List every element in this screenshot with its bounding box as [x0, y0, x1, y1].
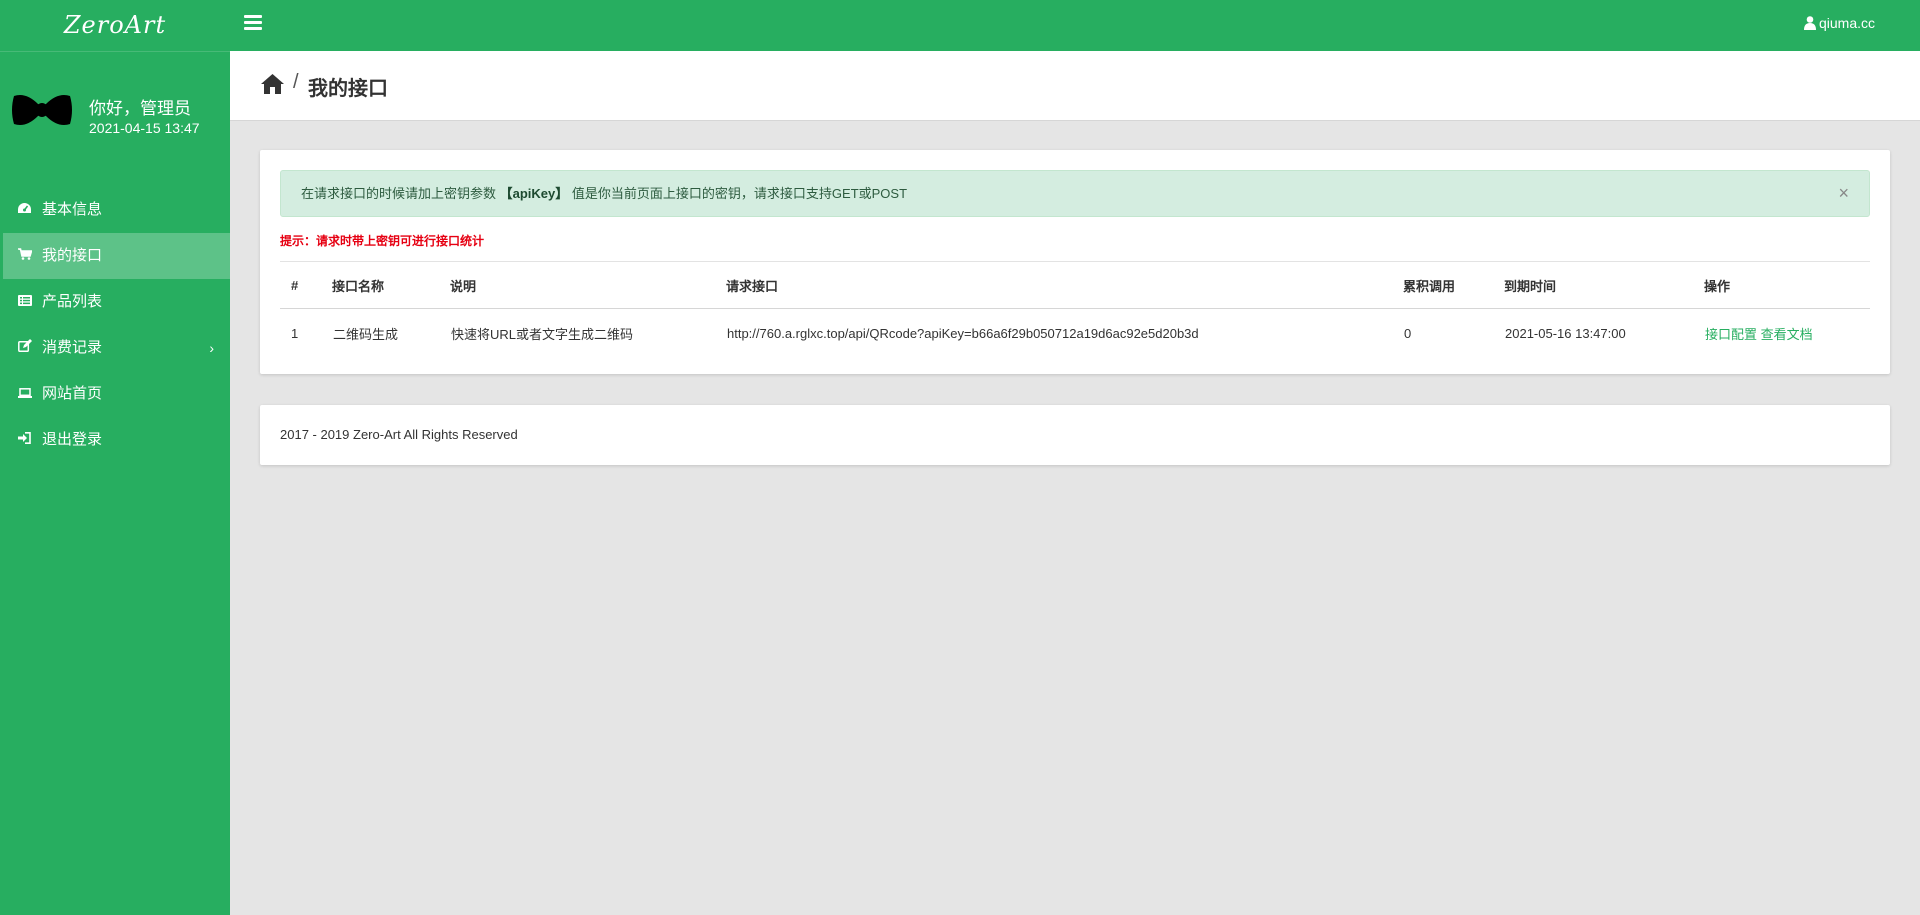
laptop-icon: [18, 371, 42, 417]
menu-toggle-icon[interactable]: [244, 15, 262, 31]
topbar: qiuma.cc: [230, 0, 1920, 51]
page-title: 我的接口: [308, 78, 388, 100]
sidebar-item-label: 消费记录: [42, 339, 103, 356]
cell-desc: 快速将URL或者文字生成二维码: [451, 326, 634, 342]
view-docs-link[interactable]: 查看文档: [1761, 327, 1813, 342]
chevron-right-icon: ›: [209, 340, 214, 356]
cart-icon: [18, 233, 42, 279]
page-header: / 我的接口: [230, 51, 1920, 121]
col-name: 接口名称: [332, 261, 450, 309]
cell-actions: 接口配置 查看文档: [1704, 309, 1870, 358]
cell-name: 二维码生成: [333, 326, 399, 342]
sidebar: ZeroArt 你好，管理员 2021-04-15 13:47 基本信息 我的接…: [0, 0, 230, 915]
user-panel: 你好，管理员 2021-04-15 13:47: [0, 62, 230, 157]
api-table: # 接口名称 说明 请求接口 累积调用 到期时间 操作 1 二维码生成 快速将U…: [280, 261, 1870, 357]
cell-index: 1: [291, 325, 299, 341]
sidebar-item-label: 网站首页: [42, 385, 103, 402]
sidebar-item-my-api[interactable]: 我的接口: [3, 233, 230, 279]
brand-logo[interactable]: ZeroArt: [0, 0, 230, 52]
sidebar-item-label: 产品列表: [42, 293, 103, 310]
sidebar-item-home-site[interactable]: 网站首页: [0, 371, 230, 417]
sidebar-item-label: 基本信息: [42, 201, 103, 218]
sidebar-item-products[interactable]: 产品列表: [0, 279, 230, 325]
sign-in-icon: [18, 417, 42, 463]
col-index: #: [280, 261, 332, 309]
cell-expire: 2021-05-16 13:47:00: [1505, 325, 1626, 341]
user-datetime: 2021-04-15 13:47: [89, 120, 200, 136]
close-icon[interactable]: ×: [1838, 171, 1849, 216]
col-desc: 说明: [450, 261, 726, 309]
col-calls: 累积调用: [1403, 261, 1504, 309]
breadcrumb-separator: /: [293, 71, 299, 93]
col-action: 操作: [1704, 261, 1870, 309]
cell-url-link[interactable]: http://760.a.rglxc.top/api/QRcode?apiKey…: [726, 309, 1403, 358]
dashboard-icon: [18, 187, 42, 233]
sidebar-item-basic-info[interactable]: 基本信息: [0, 187, 230, 233]
bowtie-avatar-icon: [12, 95, 72, 125]
info-alert: 在请求接口的时候请加上密钥参数 【apiKey】 值是你当前页面上接口的密钥，请…: [280, 170, 1870, 217]
sidebar-item-label: 我的接口: [42, 247, 103, 264]
col-url: 请求接口: [726, 261, 1403, 309]
user-greeting: 你好，管理员: [89, 99, 191, 118]
api-key-highlight: 【apiKey】: [499, 186, 569, 201]
edit-icon: [18, 325, 42, 371]
table-header-row: # 接口名称 说明 请求接口 累积调用 到期时间 操作: [280, 261, 1870, 309]
topbar-username: qiuma.cc: [1818, 15, 1875, 31]
alert-text: 在请求接口的时候请加上密钥参数 【apiKey】 值是你当前页面上接口的密钥，请…: [301, 186, 908, 201]
col-expire: 到期时间: [1504, 261, 1704, 309]
hint-text: 提示：请求时带上密钥可进行接口统计: [280, 234, 485, 248]
home-icon[interactable]: [261, 74, 284, 94]
api-card: 在请求接口的时候请加上密钥参数 【apiKey】 值是你当前页面上接口的密钥，请…: [260, 150, 1890, 374]
sidebar-item-logout[interactable]: 退出登录: [0, 417, 230, 463]
sidebar-menu: 基本信息 我的接口 产品列表 消费记录 › 网站首页 退出登录: [0, 187, 230, 463]
sidebar-item-label: 退出登录: [42, 431, 103, 448]
list-icon: [18, 279, 42, 325]
user-icon: [1803, 16, 1816, 30]
topbar-user-menu[interactable]: qiuma.cc: [1803, 15, 1875, 31]
copyright-text: 2017 - 2019 Zero-Art All Rights Reserved: [280, 427, 518, 442]
api-config-link[interactable]: 接口配置: [1705, 327, 1757, 342]
cell-calls: 0: [1404, 325, 1412, 341]
footer: 2017 - 2019 Zero-Art All Rights Reserved: [260, 405, 1890, 465]
table-row: 1 二维码生成 快速将URL或者文字生成二维码 http://760.a.rgl…: [280, 309, 1870, 358]
sidebar-item-consumption[interactable]: 消费记录 ›: [0, 325, 230, 371]
